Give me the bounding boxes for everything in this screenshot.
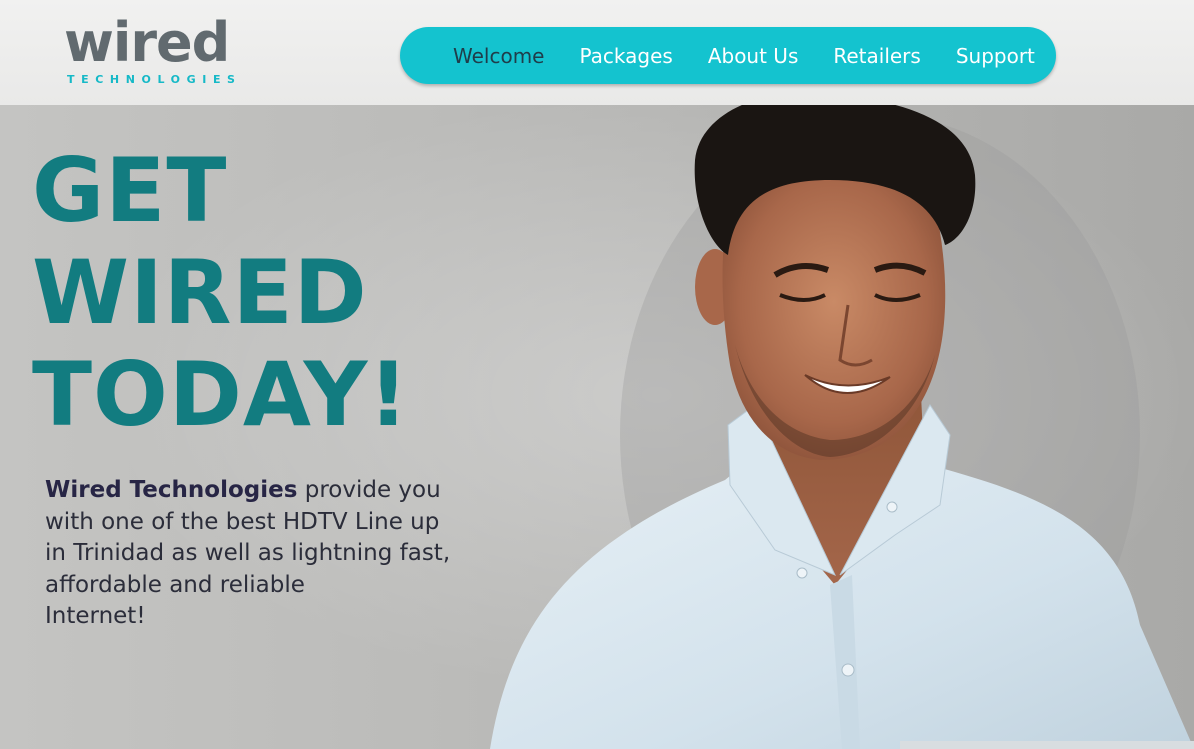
intro-line-1: provide you: [304, 477, 441, 503]
nav-welcome[interactable]: Welcome: [453, 44, 544, 68]
nav-packages[interactable]: Packages: [579, 44, 672, 68]
hero-intro-text: Wired Technologies provide you with one …: [45, 475, 515, 633]
logo-subtitle: TECHNOLOGIES: [67, 73, 242, 86]
site-header: wired TECHNOLOGIES Welcome Packages Abou…: [0, 0, 1194, 105]
nav-support[interactable]: Support: [956, 44, 1035, 68]
headline-line-1: GET: [32, 139, 228, 242]
intro-brand-name: Wired Technologies: [45, 477, 298, 503]
wired-technologies-logo[interactable]: wired TECHNOLOGIES: [64, 16, 244, 88]
nav-about-us[interactable]: About Us: [708, 44, 799, 68]
nav-retailers[interactable]: Retailers: [833, 44, 920, 68]
main-nav: Welcome Packages About Us Retailers Supp…: [400, 27, 1056, 84]
hero-section: GET WIRED TODAY! Wired Technologies prov…: [0, 105, 1194, 749]
hero-headline: GET WIRED TODAY!: [32, 140, 409, 446]
intro-line-4: affordable and reliable: [45, 571, 305, 598]
hero-image: [490, 105, 1194, 749]
intro-line-2: with one of the best HDTV Line up: [45, 508, 440, 535]
headline-line-3: TODAY!: [32, 343, 410, 446]
headline-line-2: WIRED: [32, 241, 368, 344]
logo-wordmark: wired: [64, 11, 230, 74]
intro-line-3: in Trinidad as well as lightning fast,: [45, 540, 451, 566]
intro-line-5: Internet!: [45, 603, 146, 629]
